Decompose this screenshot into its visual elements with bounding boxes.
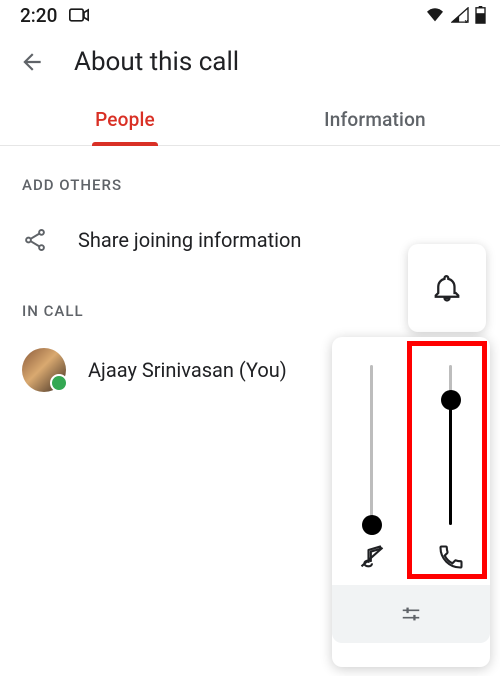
media-muted-icon <box>358 537 386 577</box>
tab-bar: People Information <box>0 94 500 146</box>
arrow-left-icon <box>19 49 45 75</box>
page-title: About this call <box>74 47 239 77</box>
phone-icon <box>437 537 465 577</box>
sliders-icon <box>400 603 422 625</box>
tab-information[interactable]: Information <box>250 94 500 145</box>
wifi-icon <box>425 7 445 23</box>
media-slider-thumb[interactable] <box>362 515 382 535</box>
notification-toggle-card[interactable] <box>408 244 486 332</box>
share-icon <box>22 227 50 253</box>
bell-icon <box>432 273 462 303</box>
svg-text:x: x <box>464 17 468 23</box>
camera-indicator-icon <box>69 8 89 22</box>
status-bar: 2:20 x <box>0 0 500 30</box>
battery-icon <box>475 6 486 24</box>
header: About this call <box>0 30 500 94</box>
tab-people[interactable]: People <box>0 94 250 145</box>
section-add-others: ADD OTHERS <box>0 146 500 208</box>
cell-signal-icon: x <box>451 7 469 23</box>
call-volume-slider[interactable] <box>411 345 490 585</box>
media-volume-slider[interactable] <box>332 345 411 585</box>
volume-settings-button[interactable] <box>332 585 490 643</box>
call-slider-fill <box>449 400 452 525</box>
volume-panel <box>332 337 490 667</box>
call-slider-thumb[interactable] <box>441 390 461 410</box>
status-time: 2:20 <box>20 4 57 27</box>
back-button[interactable] <box>18 48 46 76</box>
avatar <box>22 348 66 392</box>
